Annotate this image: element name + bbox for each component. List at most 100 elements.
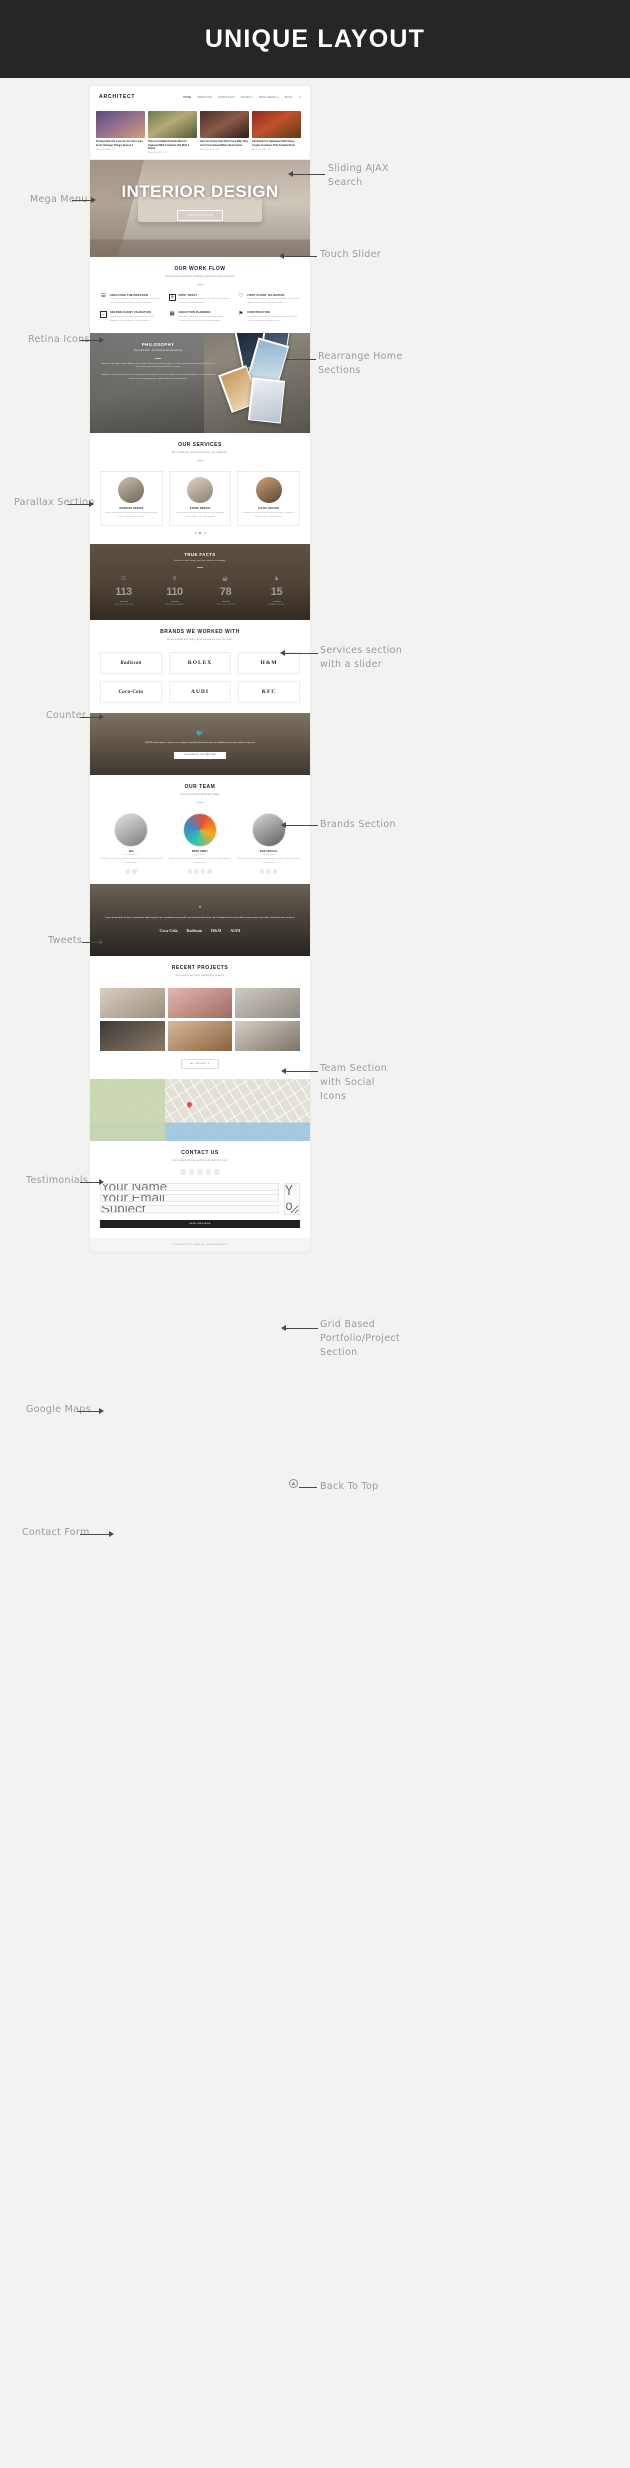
contact-social-icons[interactable] <box>100 1169 300 1175</box>
nav-item-home[interactable]: HOME <box>183 96 192 99</box>
post-title[interactable]: These Incredible Portraits Weren't Captu… <box>148 140 197 151</box>
testimonial-client-logos: Coca-Cola Radisson H&M AUDI <box>159 928 240 933</box>
brand-logo-cell[interactable]: ROLEX <box>169 652 231 675</box>
grid-icon: ▦ <box>169 311 175 318</box>
workflow-heading: FIRST DRAFT <box>178 293 198 297</box>
facebook-icon[interactable] <box>187 869 193 874</box>
project-tile[interactable] <box>235 987 300 1018</box>
mega-menu-post[interactable]: Here Are Some Cats Who Prove Why They Ar… <box>200 111 249 154</box>
arrow-icon <box>99 939 104 945</box>
section-subtitle: Group of people behind the magic. <box>180 793 220 797</box>
banner-title: UNIQUE LAYOUT <box>204 24 426 53</box>
twitter-icon[interactable] <box>132 869 137 874</box>
nav-item-services[interactable]: SERVICES <box>197 96 212 99</box>
brand-logo-cell[interactable]: KFC <box>238 681 300 704</box>
back-to-top-icon[interactable]: ▲ <box>289 1479 298 1488</box>
project-tile[interactable] <box>167 987 233 1018</box>
annotation-portfolio-section: Grid Based Portfolio/Project Section <box>320 1319 400 1358</box>
email-field[interactable] <box>100 1193 279 1202</box>
services-section: OUR SERVICES We provide top notch servic… <box>90 433 310 544</box>
all-projects-button[interactable]: ALL PROJECTS <box>181 1058 219 1069</box>
hero-cta-button[interactable]: OUR PORTFOLIO <box>176 210 224 222</box>
mega-menu-post[interactable]: Get Ready For Halloween With These Coupl… <box>252 111 301 154</box>
project-tile[interactable] <box>100 987 165 1018</box>
send-message-button[interactable]: SEND MESSAGE <box>100 1219 300 1228</box>
facebook-icon[interactable] <box>180 1169 186 1175</box>
facebook-icon[interactable] <box>125 869 131 874</box>
workflow-heading: SECOND CLIENT VALIDATION <box>110 311 151 315</box>
annotation-contact-form: Contact Form <box>22 1527 90 1538</box>
brand-logo-cell[interactable]: AUDI <box>169 681 231 704</box>
workflow-item: ☰ ANALYZING THE PROGRAM Lorem ipsum dolo… <box>100 294 163 306</box>
slider-dot[interactable] <box>203 531 206 534</box>
team-member-card: SAM SPACIAL Project Manager Vestibulum a… <box>237 812 300 874</box>
post-title[interactable]: 25 Important Life Lessons You Can Learn … <box>96 140 145 147</box>
instagram-icon[interactable] <box>205 1169 212 1175</box>
post-title[interactable]: Here Are Some Cats Who Prove Why They Ar… <box>200 140 249 147</box>
leader-line <box>285 653 318 654</box>
annotation-services-slider: Services section with a slider <box>320 645 403 670</box>
post-meta: March 26, 2016 • 175 <box>200 148 220 151</box>
nav-item-mega-menu[interactable]: MEGA MENU ▾ <box>259 96 279 99</box>
arrow-icon <box>99 1408 104 1414</box>
member-bio: Vestibulum ante ipsum primis in faucibus… <box>237 858 300 864</box>
arrow-icon <box>281 822 286 828</box>
projects-section: RECENT PROJECTS Our newest and most outs… <box>90 955 310 1079</box>
nav-item-pages[interactable]: PAGES ▾ <box>241 96 253 99</box>
services-grid: INTERIOR DESIGN Lorem ipsum dolor sit am… <box>100 470 300 526</box>
brand-name: AUDI <box>190 689 210 696</box>
post-title[interactable]: Get Ready For Halloween With These Coupl… <box>252 140 301 147</box>
name-field[interactable] <box>100 1182 279 1191</box>
service-card[interactable]: STORE DESIGN Donec rhoncus leo vitae lor… <box>168 470 232 526</box>
google-maps-section[interactable] <box>90 1078 310 1141</box>
photo-collage <box>204 333 308 433</box>
brand-name: H&M <box>260 660 278 667</box>
twitter-icon[interactable] <box>188 1169 195 1175</box>
mega-menu-post[interactable]: 25 Important Life Lessons You Can Learn … <box>96 111 145 154</box>
nav-item-portfolio[interactable]: PORTFOLIO <box>218 96 235 99</box>
linkedin-icon[interactable] <box>214 1169 220 1175</box>
contact-form <box>100 1182 300 1215</box>
counter-item: ☕ 78 CUPS OF COFFEE <box>200 577 251 607</box>
brand-logo-cell[interactable]: Radisson <box>100 652 162 675</box>
collage-photo <box>247 377 286 424</box>
linkedin-icon[interactable] <box>207 869 212 874</box>
twitter-icon[interactable] <box>266 869 271 874</box>
hero-slider[interactable]: INTERIOR DESIGN OUR PORTFOLIO <box>90 160 310 258</box>
service-card[interactable]: INTERIOR DESIGN Lorem ipsum dolor sit am… <box>100 470 163 526</box>
member-social-icons[interactable] <box>237 869 300 874</box>
brand-logo-cell[interactable]: H&M <box>238 652 300 675</box>
member-social-icons[interactable] <box>100 869 163 874</box>
linkedin-icon[interactable] <box>272 869 278 874</box>
services-slider-dots[interactable] <box>100 531 300 534</box>
search-icon[interactable]: ⚲ <box>299 95 301 99</box>
leader-line <box>286 1071 318 1072</box>
project-tile[interactable] <box>167 1020 233 1051</box>
contact-form-fields <box>100 1182 279 1215</box>
dribbble-icon[interactable] <box>200 869 206 874</box>
leader-line <box>80 1534 110 1535</box>
follow-twitter-button[interactable]: FOLLOW US ON TWITTER <box>174 751 226 759</box>
annotation-touch-slider: Touch Slider <box>320 249 381 260</box>
member-social-icons[interactable] <box>169 869 232 874</box>
mega-menu-post[interactable]: These Incredible Portraits Weren't Captu… <box>148 111 197 154</box>
subject-field[interactable] <box>100 1204 279 1213</box>
message-field[interactable] <box>284 1182 300 1215</box>
annotation-tweets: Tweets <box>48 935 83 946</box>
facebook-icon[interactable] <box>259 869 265 874</box>
dribbble-icon[interactable] <box>197 1169 203 1175</box>
leader-line <box>286 1328 318 1329</box>
service-card[interactable]: HOTEL DESIGN Phasellus sed quam vel nibh… <box>237 470 300 526</box>
brand-logo-cell[interactable]: Coca-Cola <box>100 681 162 704</box>
site-logo[interactable]: ARCHITECT <box>99 94 135 100</box>
member-name: SAM SPACIAL <box>259 850 278 853</box>
slider-dot[interactable] <box>194 531 197 534</box>
leader-line <box>68 504 90 505</box>
mega-menu-panel[interactable]: 25 Important Life Lessons You Can Learn … <box>90 108 310 161</box>
arrow-icon <box>288 171 293 177</box>
project-tile[interactable] <box>100 1020 165 1051</box>
slider-dot-active[interactable] <box>199 531 201 534</box>
nav-item-blog[interactable]: BLOG <box>285 96 293 99</box>
project-tile[interactable] <box>235 1020 300 1051</box>
twitter-icon[interactable] <box>194 869 199 874</box>
